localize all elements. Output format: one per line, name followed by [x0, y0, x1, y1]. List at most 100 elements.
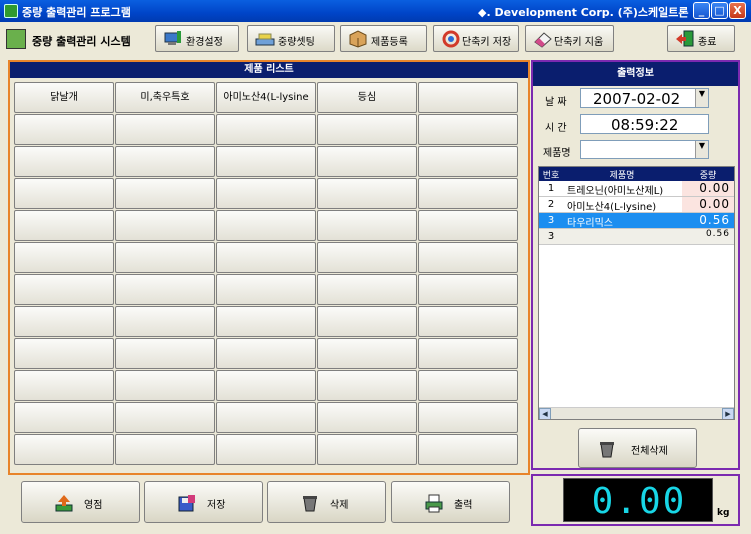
date-value: 2007-02-02: [593, 90, 681, 108]
maximize-button[interactable]: □: [711, 2, 728, 19]
product-cell[interactable]: [216, 178, 316, 209]
chevron-down-icon[interactable]: ▼: [695, 141, 708, 158]
system-icon: [6, 29, 26, 49]
zero-button[interactable]: 영점: [21, 481, 140, 523]
product-cell[interactable]: [115, 242, 215, 273]
shortcut-delete-button[interactable]: 단축키 지움: [525, 25, 614, 52]
product-cell[interactable]: [115, 146, 215, 177]
product-list-header: 제품 리스트: [10, 62, 528, 78]
product-cell[interactable]: [317, 402, 417, 433]
weight-unit: kg: [717, 508, 730, 518]
horizontal-scrollbar[interactable]: ◀ ▶: [539, 407, 734, 419]
product-cell[interactable]: [216, 146, 316, 177]
product-cell[interactable]: [14, 306, 114, 337]
product-cell[interactable]: [216, 210, 316, 241]
minimize-button[interactable]: _: [693, 2, 710, 19]
product-cell[interactable]: [115, 370, 215, 401]
close-button[interactable]: X: [729, 2, 746, 19]
product-cell[interactable]: [317, 178, 417, 209]
table-row[interactable]: 1 트레오닌(아미노산제L) 0.00: [539, 181, 734, 197]
title-bar: 중량 출력관리 프로그램 ◆. Development Corp. (주)스케일…: [0, 0, 751, 22]
product-cell[interactable]: [418, 434, 518, 465]
print-button[interactable]: 출력: [391, 481, 510, 523]
product-cell[interactable]: [418, 338, 518, 369]
product-cell[interactable]: [216, 434, 316, 465]
date-picker[interactable]: 2007-02-02 ▼: [580, 88, 709, 108]
product-cell[interactable]: [418, 210, 518, 241]
chevron-down-icon[interactable]: ▼: [695, 89, 708, 107]
time-field[interactable]: 08:59:22: [580, 114, 709, 134]
product-cell[interactable]: [14, 242, 114, 273]
shortcut-save-button[interactable]: 단축키 저장: [433, 25, 519, 52]
product-cell[interactable]: [317, 114, 417, 145]
upload-tray-icon: [55, 495, 73, 512]
product-cell[interactable]: [418, 370, 518, 401]
product-cell[interactable]: [115, 402, 215, 433]
product-cell[interactable]: [115, 210, 215, 241]
product-cell[interactable]: 등심: [317, 82, 417, 113]
product-cell[interactable]: [317, 146, 417, 177]
product-register-button[interactable]: 제품등록: [340, 25, 427, 52]
table-row[interactable]: 2 아미노산4(L-lysine) 0.00: [539, 197, 734, 213]
product-cell[interactable]: [216, 402, 316, 433]
product-cell[interactable]: [14, 338, 114, 369]
box-icon: [349, 30, 367, 48]
product-cell[interactable]: 미,축우특호: [115, 82, 215, 113]
product-cell[interactable]: [14, 178, 114, 209]
eraser-icon: [534, 32, 552, 48]
product-cell[interactable]: [216, 274, 316, 305]
product-cell[interactable]: [418, 274, 518, 305]
product-cell[interactable]: [14, 402, 114, 433]
product-cell[interactable]: [418, 82, 518, 113]
product-cell[interactable]: [115, 434, 215, 465]
product-cell[interactable]: [317, 274, 417, 305]
product-cell[interactable]: [216, 242, 316, 273]
product-cell[interactable]: [216, 338, 316, 369]
product-cell[interactable]: [418, 402, 518, 433]
product-cell[interactable]: [115, 306, 215, 337]
product-name-select[interactable]: ▼: [580, 140, 709, 159]
product-cell[interactable]: [216, 114, 316, 145]
product-cell[interactable]: [14, 274, 114, 305]
product-cell[interactable]: 닭날개: [14, 82, 114, 113]
delete-all-button[interactable]: 전체삭제: [578, 428, 697, 468]
product-cell[interactable]: [317, 434, 417, 465]
weight-setting-button[interactable]: 중량셋팅: [247, 25, 335, 52]
product-cell[interactable]: [115, 178, 215, 209]
product-cell[interactable]: [418, 146, 518, 177]
product-cell[interactable]: [317, 338, 417, 369]
product-cell[interactable]: [115, 114, 215, 145]
row-weight: 0.56: [682, 213, 734, 228]
table-row[interactable]: 3 타우리믹스 0.56: [539, 213, 734, 229]
shortcut-delete-label: 단축키 지움: [554, 37, 604, 48]
product-cell[interactable]: [115, 274, 215, 305]
product-cell[interactable]: [418, 242, 518, 273]
product-cell[interactable]: [418, 114, 518, 145]
product-cell[interactable]: [317, 306, 417, 337]
product-cell[interactable]: [14, 210, 114, 241]
save-button[interactable]: 저장: [144, 481, 263, 523]
scroll-right-icon[interactable]: ▶: [722, 408, 734, 419]
product-cell[interactable]: [317, 210, 417, 241]
scroll-left-icon[interactable]: ◀: [539, 408, 551, 419]
product-cell[interactable]: [317, 370, 417, 401]
exit-button[interactable]: 종료: [667, 25, 735, 52]
product-cell[interactable]: [317, 242, 417, 273]
output-table-header: 번호 제품명 중량: [539, 167, 734, 181]
settings-button[interactable]: 환경설정: [155, 25, 239, 52]
toolbar: 중량 출력관리 시스템 환경설정 중량셋팅 제품등록 단축키 저장 단축키 지움: [0, 22, 751, 56]
product-cell[interactable]: [14, 114, 114, 145]
product-name-label: 제품명: [543, 148, 571, 159]
delete-button[interactable]: 삭제: [267, 481, 386, 523]
product-cell[interactable]: [216, 370, 316, 401]
product-cell[interactable]: [418, 178, 518, 209]
product-cell[interactable]: [14, 434, 114, 465]
product-cell[interactable]: [14, 370, 114, 401]
time-value: 08:59:22: [611, 116, 679, 134]
product-cell[interactable]: 아미노산4(L-lysine: [216, 82, 316, 113]
printer-icon: [425, 494, 443, 513]
product-cell[interactable]: [115, 338, 215, 369]
product-cell[interactable]: [14, 146, 114, 177]
product-cell[interactable]: [216, 306, 316, 337]
product-cell[interactable]: [418, 306, 518, 337]
